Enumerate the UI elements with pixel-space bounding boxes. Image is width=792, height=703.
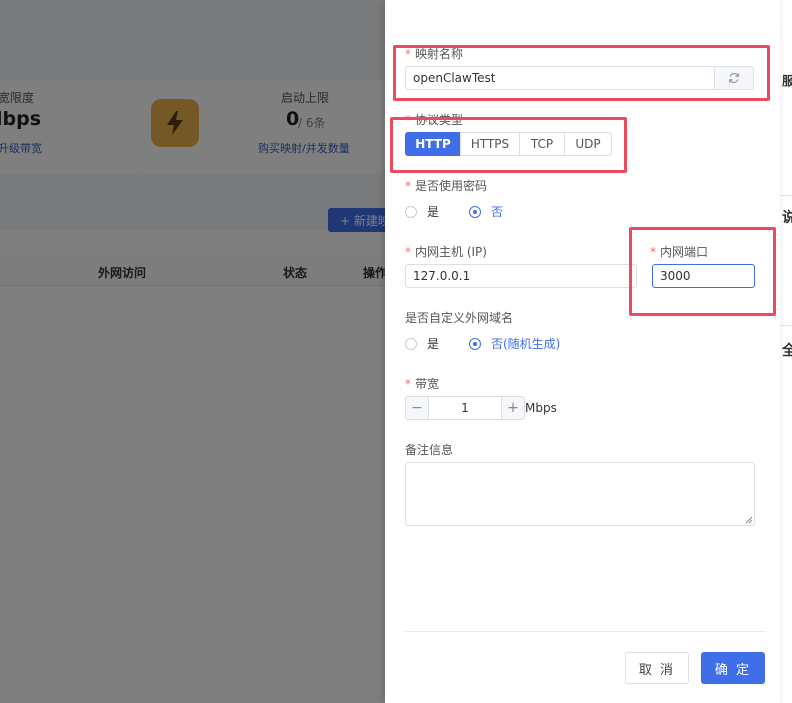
bandwidth-label: * 带宽 xyxy=(405,377,440,391)
protocol-option-udp[interactable]: UDP xyxy=(564,132,612,156)
protocol-option-https[interactable]: HTTPS xyxy=(460,132,520,156)
footer-divider xyxy=(405,631,765,632)
cancel-button[interactable]: 取 消 xyxy=(625,652,689,684)
bandwidth-value-input[interactable]: 1 xyxy=(429,396,501,420)
remark-label: 备注信息 xyxy=(405,443,454,457)
use-password-yes-radio[interactable]: 是 xyxy=(405,203,439,220)
right-edge-text-3: 全 xyxy=(782,343,792,359)
bandwidth-increment-button[interactable]: + xyxy=(501,396,525,420)
mapping-name-label: * 映射名称 xyxy=(405,47,464,61)
protocol-option-tcp[interactable]: TCP xyxy=(519,132,565,156)
radio-checked-icon xyxy=(469,205,481,218)
radio-circle-icon xyxy=(405,205,417,218)
custom-domain-yes-radio[interactable]: 是 xyxy=(405,335,439,352)
bandwidth-unit: Mbps xyxy=(525,401,557,415)
use-password-label: * 是否使用密码 xyxy=(405,179,488,193)
right-edge-text-2: 说 xyxy=(782,210,792,226)
protocol-option-http[interactable]: HTTP xyxy=(405,132,461,156)
right-edge-text-1: 服 xyxy=(782,74,792,88)
resize-grip-icon[interactable] xyxy=(745,516,753,524)
lan-host-label: * 内网主机 (IP) xyxy=(405,245,487,259)
custom-domain-label: 是否自定义外网域名 xyxy=(405,311,514,325)
refresh-name-button[interactable] xyxy=(714,66,754,90)
lan-port-input[interactable]: 3000 xyxy=(652,264,755,288)
lan-host-input[interactable]: 127.0.0.1 xyxy=(405,264,637,288)
remark-textarea[interactable] xyxy=(405,462,755,526)
right-edge-divider xyxy=(780,325,792,326)
radio-circle-icon xyxy=(405,337,417,350)
lan-port-label: * 内网端口 xyxy=(650,245,709,259)
add-mapping-drawer: * 映射名称 openClawTest * 协议类型 HTTP HTTPS TCP … xyxy=(385,0,780,703)
radio-checked-icon xyxy=(469,337,481,350)
mapping-name-input[interactable]: openClawTest xyxy=(405,66,715,90)
use-password-no-radio[interactable]: 否 xyxy=(469,203,503,220)
custom-domain-random-radio[interactable]: 否(随机生成) xyxy=(469,335,560,352)
bandwidth-decrement-button[interactable]: − xyxy=(405,396,429,420)
refresh-icon xyxy=(728,72,740,84)
confirm-button[interactable]: 确 定 xyxy=(701,652,765,684)
right-edge-divider xyxy=(780,195,792,196)
protocol-label: * 协议类型 xyxy=(405,113,464,127)
